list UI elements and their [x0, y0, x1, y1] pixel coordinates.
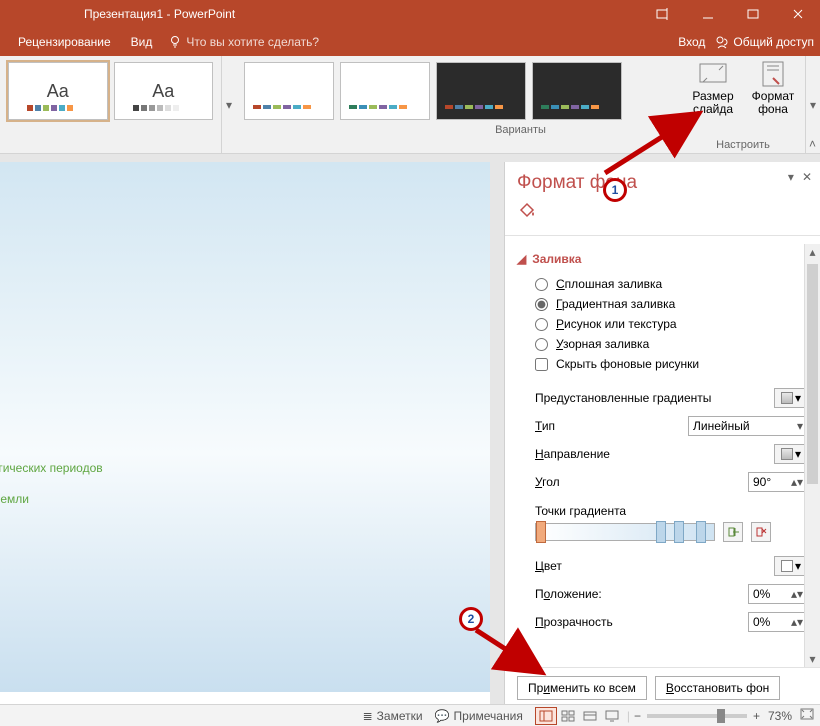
ribbon-options-icon[interactable] — [640, 0, 685, 28]
notes-icon: ≣ — [363, 709, 373, 723]
add-stop-button[interactable] — [723, 522, 743, 542]
workspace: ологическаяшкала х геологических периодо… — [0, 154, 820, 704]
theme-thumb[interactable]: Аa — [114, 62, 214, 120]
share-icon — [715, 35, 729, 49]
group-label-variants: Варианты — [242, 124, 799, 136]
type-row: Тип Линейный▾ — [517, 412, 808, 440]
zoom-value[interactable]: 73% — [768, 709, 792, 723]
maximize-button[interactable] — [730, 0, 775, 28]
group-label-setup: Настроить — [686, 139, 800, 151]
fill-section-header[interactable]: ◢Заливка — [517, 252, 808, 266]
radio-pattern[interactable]: Узорная заливка — [517, 334, 808, 354]
transparency-spinner[interactable]: 0%▴▾ — [748, 612, 808, 632]
position-spinner[interactable]: 0%▴▾ — [748, 584, 808, 604]
format-bg-icon — [757, 60, 789, 88]
gradient-stop[interactable] — [674, 521, 684, 543]
slide-subtitle[interactable]: х геологических периодоввития Земли — [0, 449, 490, 511]
position-row: Положение: 0%▴▾ — [517, 580, 808, 608]
comments-button[interactable]: 💬Примечания — [435, 709, 523, 723]
tell-me-search[interactable]: Что вы хотите сделать? — [168, 35, 319, 49]
zoom-out-icon[interactable]: − — [634, 709, 641, 723]
gradient-stops-slider[interactable] — [535, 523, 715, 541]
radio-picture[interactable]: Рисунок или текстура — [517, 314, 808, 334]
radio-solid[interactable]: Сплошная заливка — [517, 274, 808, 294]
slide-size-icon — [697, 60, 729, 88]
scroll-down-icon[interactable]: ▾ — [805, 651, 820, 667]
theme-thumb[interactable]: Аa — [8, 62, 108, 120]
theme-text: Аa — [47, 81, 69, 102]
variant-thumb[interactable] — [244, 62, 334, 120]
gradient-stops-label: Точки градиента — [535, 504, 808, 518]
collapse-ribbon-icon[interactable]: ˄ — [809, 137, 816, 151]
color-row: Цвет ▾ — [517, 552, 808, 580]
radio-gradient[interactable]: Градиентная заливка — [517, 294, 808, 314]
status-bar: ≣Заметки 💬Примечания | − + 73% — [0, 704, 820, 726]
remove-stop-button[interactable] — [751, 522, 771, 542]
slideshow-view-icon[interactable] — [601, 707, 623, 725]
pane-close-icon[interactable]: ✕ — [802, 170, 812, 184]
ribbon-tabs: Рецензирование Вид Что вы хотите сделать… — [0, 28, 820, 56]
format-background-button[interactable]: Формат фона — [746, 60, 800, 116]
checkbox-hide-graphics[interactable]: Скрыть фоновые рисунки — [517, 354, 808, 374]
slide-title[interactable]: ологическаяшкала — [0, 262, 490, 385]
apply-all-button[interactable]: Применить ко всем — [517, 676, 647, 700]
scroll-up-icon[interactable]: ▴ — [805, 244, 820, 260]
theme-text: Аa — [152, 81, 174, 102]
app-title: Презентация1 - PowerPoint — [84, 7, 235, 21]
pane-options-icon[interactable]: ▾ — [788, 170, 794, 184]
pane-title: Формат фона — [517, 172, 808, 194]
title-bar: Презентация1 - PowerPoint — [0, 0, 820, 28]
variant-thumb[interactable] — [532, 62, 622, 120]
scrollbar-thumb[interactable] — [807, 264, 818, 484]
pane-scrollbar[interactable]: ▴ ▾ — [804, 244, 820, 667]
variant-thumb[interactable] — [436, 62, 526, 120]
gradient-stop[interactable] — [536, 521, 546, 543]
minimize-button[interactable] — [685, 0, 730, 28]
format-background-pane: Формат фона ▾ ✕ ◢Заливка Сплошная заливк… — [504, 162, 820, 704]
reset-background-button[interactable]: Восстановить фон — [655, 676, 780, 700]
reading-view-icon[interactable] — [579, 707, 601, 725]
lightbulb-icon — [168, 35, 182, 49]
direction-button[interactable]: ▾ — [774, 444, 808, 464]
tab-review[interactable]: Рецензирование — [8, 28, 121, 56]
themes-more-icon[interactable]: ▾ — [222, 56, 236, 153]
gradient-stop[interactable] — [656, 521, 666, 543]
angle-spinner[interactable]: 90°▴▾ — [748, 472, 808, 492]
sorter-view-icon[interactable] — [557, 707, 579, 725]
fit-to-window-icon[interactable] — [800, 708, 814, 723]
comments-icon: 💬 — [435, 709, 450, 723]
zoom-slider[interactable] — [647, 714, 747, 718]
zoom-in-icon[interactable]: + — [753, 709, 760, 723]
angle-row: Угол 90°▴▾ — [517, 468, 808, 496]
variant-thumb[interactable] — [340, 62, 430, 120]
zoom-handle[interactable] — [717, 709, 725, 723]
normal-view-icon[interactable] — [535, 707, 557, 725]
pane-body: ◢Заливка Сплошная заливка Градиентная за… — [505, 244, 820, 667]
close-button[interactable] — [775, 0, 820, 28]
slide-canvas[interactable]: ологическаяшкала х геологических периодо… — [0, 162, 490, 704]
ribbon: Аa Аa ▾ Варианты ▾ Размер слайда — [0, 56, 820, 154]
type-combo[interactable]: Линейный▾ — [688, 416, 808, 436]
transparency-row: Прозрачность 0%▴▾ — [517, 608, 808, 636]
share-button[interactable]: Общий доступ — [715, 35, 814, 49]
tab-view[interactable]: Вид — [121, 28, 163, 56]
notes-button[interactable]: ≣Заметки — [363, 709, 423, 723]
paint-bucket-icon[interactable] — [517, 200, 808, 223]
preset-gradients-row: Предустановленные градиенты ▾ — [517, 384, 808, 412]
slide-size-button[interactable]: Размер слайда — [686, 60, 740, 116]
color-picker-button[interactable]: ▾ — [774, 556, 808, 576]
preset-gradients-button[interactable]: ▾ — [774, 388, 808, 408]
gradient-stop[interactable] — [696, 521, 706, 543]
signin-link[interactable]: Вход — [678, 35, 705, 49]
direction-row: Направление ▾ — [517, 440, 808, 468]
